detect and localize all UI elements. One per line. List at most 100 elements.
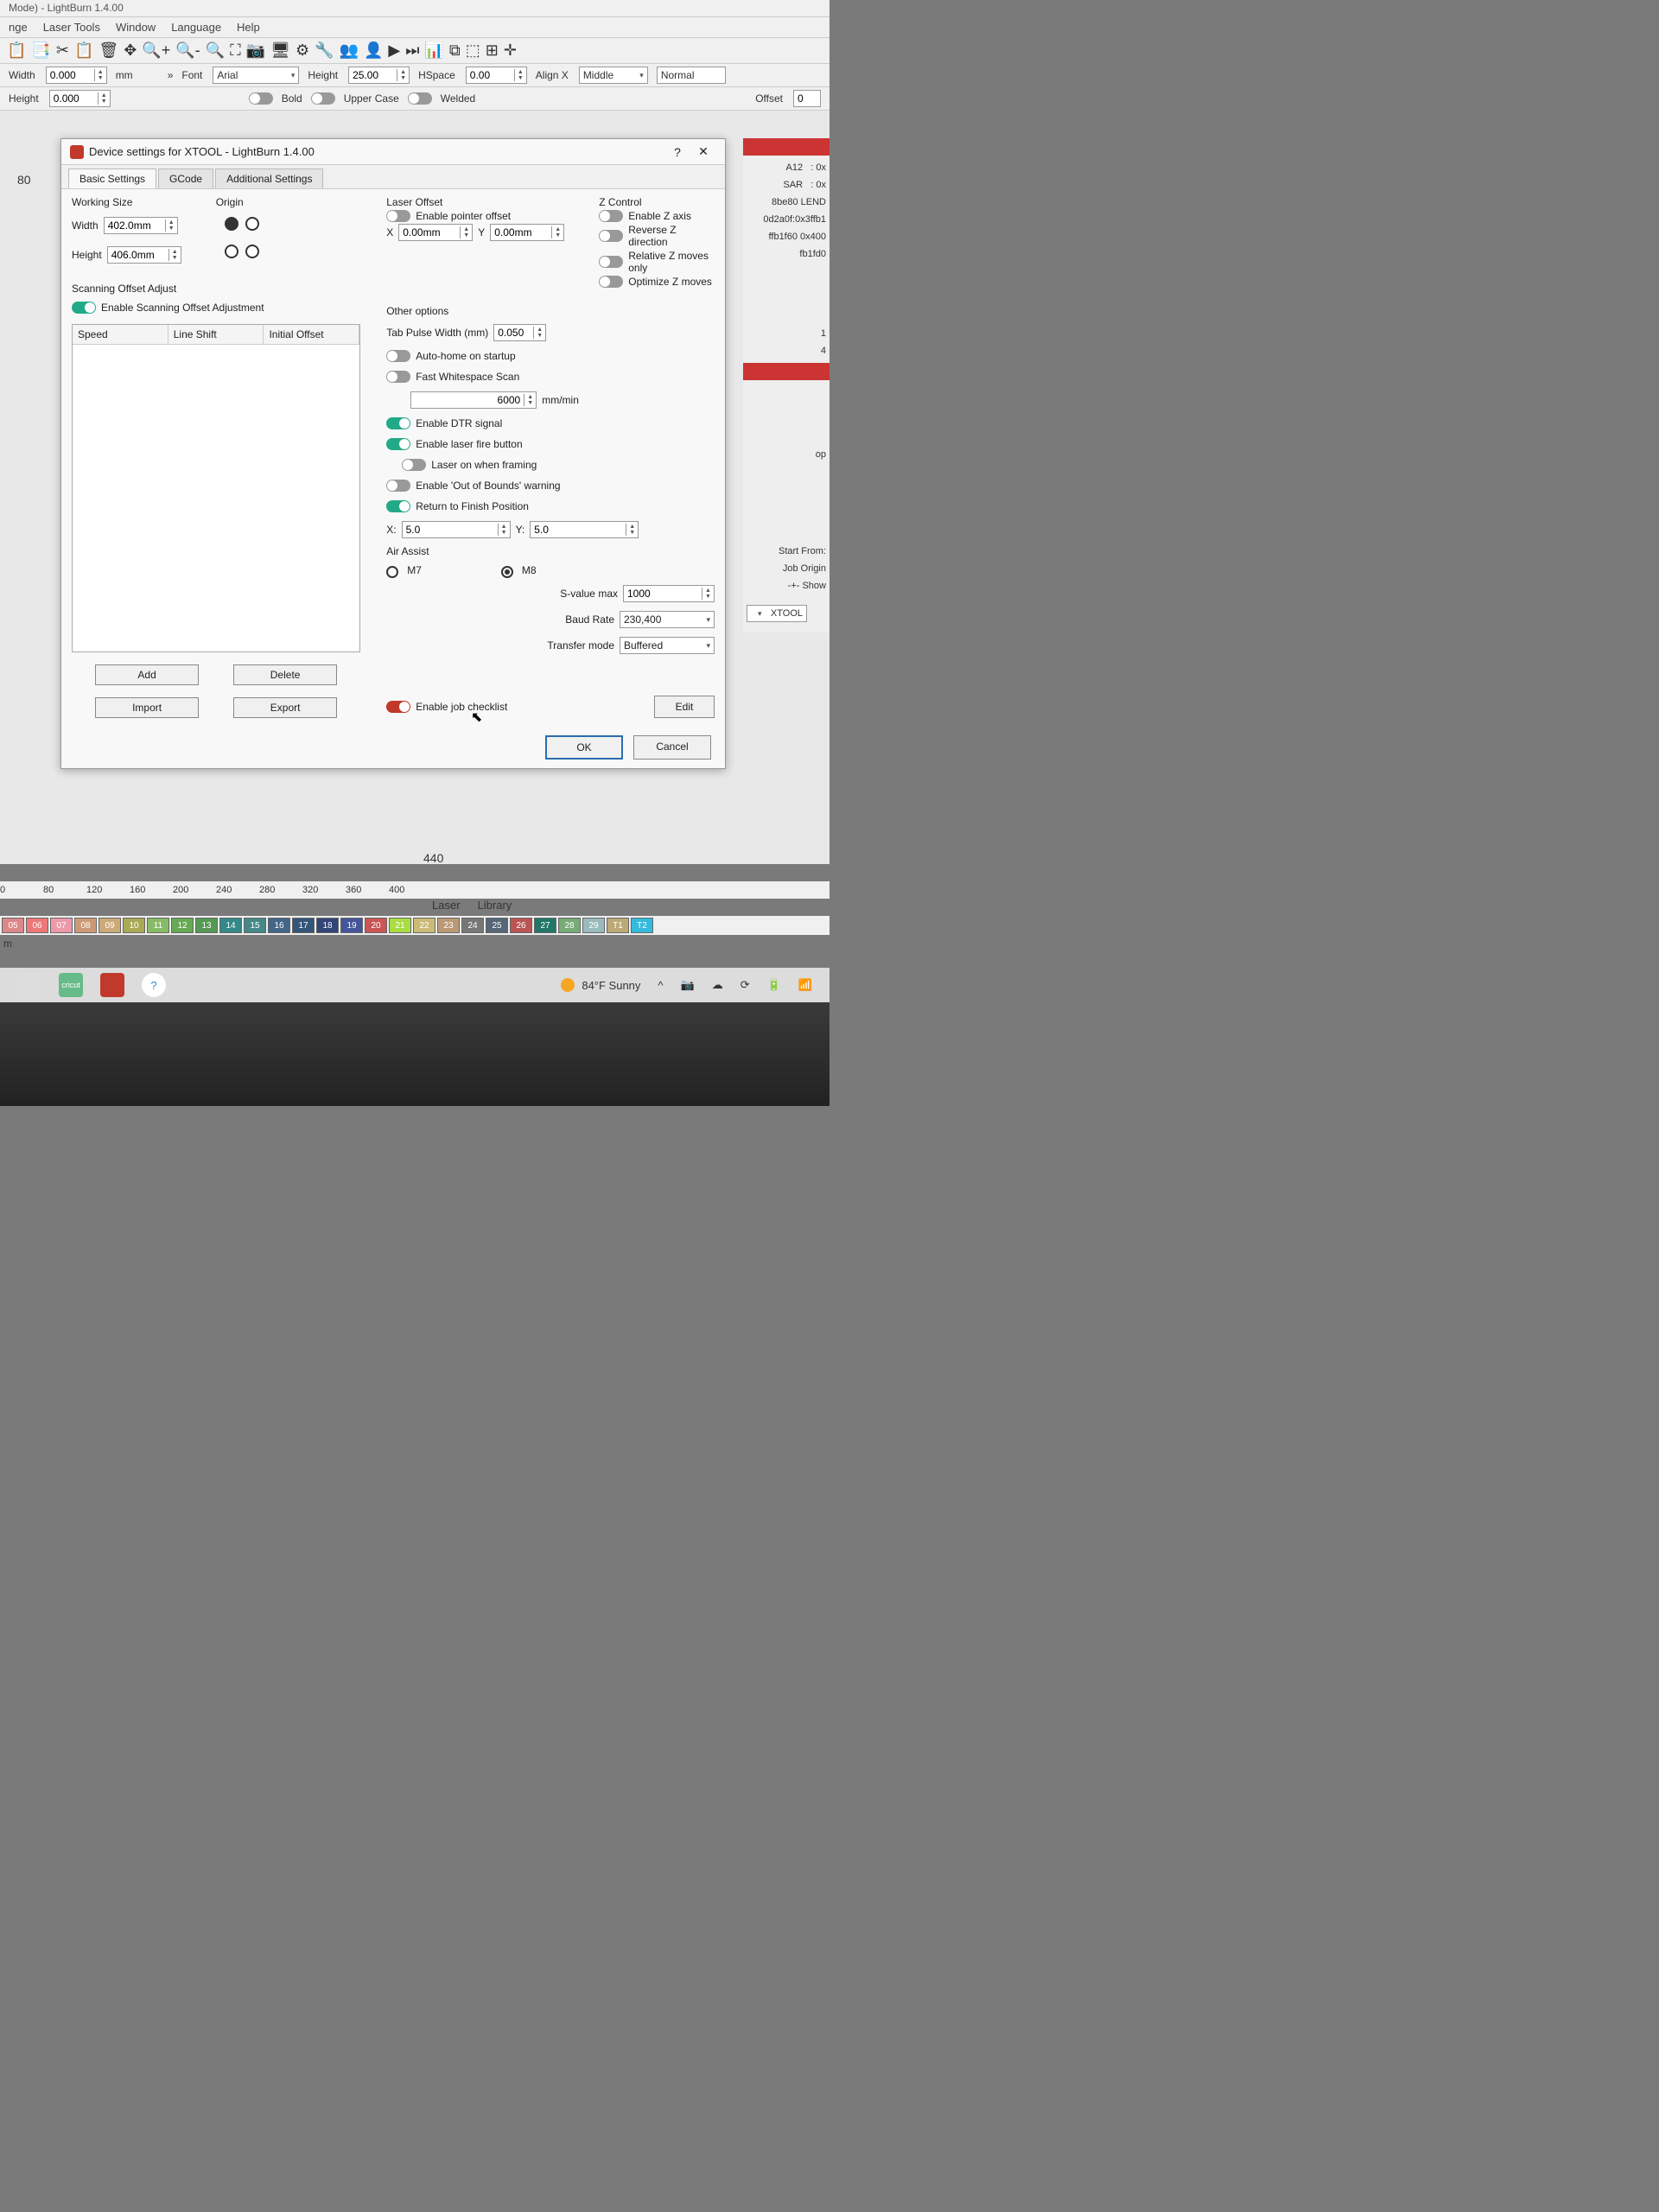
taskbar-lightburn-icon[interactable] [100, 973, 124, 997]
air-assist-m8-radio[interactable] [501, 566, 513, 578]
color-swatch[interactable]: 25 [486, 918, 508, 933]
toolbar-icon[interactable]: ⛶ [230, 41, 241, 60]
style-dropdown[interactable]: Normal [657, 67, 726, 84]
optimize-z-toggle[interactable] [599, 276, 623, 288]
edit-checklist-button[interactable]: Edit [654, 696, 715, 718]
color-swatch[interactable]: 09 [99, 918, 121, 933]
export-button[interactable]: Export [233, 697, 337, 718]
toolbar-icon[interactable]: ⚙ [296, 41, 309, 60]
offset-y-spinbox[interactable]: ▲▼ [490, 224, 564, 241]
font-dropdown[interactable]: Arial▾ [213, 67, 299, 84]
fast-ws-spinbox[interactable]: ▲▼ [410, 391, 537, 409]
add-button[interactable]: Add [95, 664, 199, 685]
menu-item[interactable]: Help [237, 21, 260, 34]
alignx-dropdown[interactable]: Middle▾ [579, 67, 648, 84]
offset-spinbox[interactable] [793, 90, 821, 107]
toolbar-icon[interactable]: 📋 [74, 41, 93, 60]
toolbar-icon[interactable]: ✛ [504, 41, 517, 60]
color-swatch[interactable]: 15 [244, 918, 266, 933]
color-swatch[interactable]: 11 [147, 918, 169, 933]
toolbar-icon[interactable]: 📊 [424, 41, 443, 60]
color-swatch[interactable]: 06 [26, 918, 48, 933]
ok-button[interactable]: OK [545, 735, 623, 760]
color-swatch[interactable]: 08 [74, 918, 97, 933]
taskbar-app-icon[interactable] [17, 973, 41, 997]
dialog-close-button[interactable]: ✕ [690, 144, 716, 159]
tab-laser[interactable]: Laser [432, 899, 461, 912]
taskbar-help-icon[interactable]: ? [142, 973, 166, 997]
origin-top-right[interactable] [245, 217, 259, 231]
taskbar-weather[interactable]: 84°F Sunny [561, 978, 640, 992]
return-finish-toggle[interactable] [386, 500, 410, 512]
toolbar-icon[interactable]: ✂ [56, 41, 69, 60]
toolbar-icon[interactable]: 🔍 [206, 41, 225, 60]
toolbar-icon[interactable]: 🔍+ [142, 41, 170, 60]
color-swatch[interactable]: 20 [365, 918, 387, 933]
ws-width-spinbox[interactable]: ▲▼ [104, 217, 178, 234]
height-spinbox[interactable]: ▲▼ [49, 90, 111, 107]
finish-y-input[interactable] [531, 523, 626, 537]
offset-y-input[interactable] [491, 226, 551, 239]
color-swatch[interactable]: 18 [316, 918, 339, 933]
height-input[interactable] [50, 92, 98, 105]
color-swatch[interactable]: 22 [413, 918, 435, 933]
toolbar-icon[interactable]: ⏭ [405, 41, 419, 60]
toolbar-icon[interactable]: 📋 [7, 41, 26, 60]
color-swatch[interactable]: 13 [195, 918, 218, 933]
tray-battery-icon[interactable]: 🔋 [767, 978, 781, 992]
menu-item[interactable]: nge [9, 21, 28, 34]
origin-top-left[interactable] [225, 217, 238, 231]
color-swatch[interactable]: 24 [461, 918, 484, 933]
toolbar-icon[interactable]: 👤 [364, 41, 383, 60]
welded-toggle[interactable] [408, 92, 432, 105]
transfer-dropdown[interactable]: Buffered▾ [620, 637, 715, 654]
toolbar-icon[interactable]: ✥ [124, 41, 137, 60]
fast-ws-input[interactable] [411, 393, 524, 407]
taskbar-cricut-icon[interactable]: cricut [59, 973, 83, 997]
menu-item[interactable]: Laser Tools [43, 21, 100, 34]
width-spinbox[interactable]: ▲▼ [46, 67, 107, 84]
toolbar-icon[interactable]: 🖥 [270, 41, 290, 60]
svalue-input[interactable] [624, 587, 702, 601]
toolbar-icon[interactable]: 🔧 [315, 41, 334, 60]
tab-additional-settings[interactable]: Additional Settings [215, 168, 323, 188]
toolbar-icon[interactable]: ▶ [388, 41, 400, 60]
offset-input[interactable] [794, 92, 820, 105]
offset-x-spinbox[interactable]: ▲▼ [398, 224, 473, 241]
color-swatch[interactable]: 23 [437, 918, 460, 933]
dialog-help-button[interactable]: ? [664, 145, 690, 159]
menu-item[interactable]: Language [171, 21, 221, 34]
toolbar-icon[interactable]: 📷 [246, 41, 265, 60]
width-input[interactable] [47, 68, 94, 82]
origin-bottom-left[interactable] [225, 245, 238, 258]
relative-z-toggle[interactable] [599, 256, 623, 268]
enable-checklist-toggle[interactable] [386, 701, 410, 713]
enable-scanning-toggle[interactable] [72, 302, 96, 314]
tray-cloud-icon[interactable]: ☁ [712, 978, 723, 992]
color-swatch[interactable]: 21 [389, 918, 411, 933]
offset-x-input[interactable] [399, 226, 460, 239]
char-height-spinbox[interactable]: ▲▼ [348, 67, 410, 84]
color-swatch[interactable]: 26 [510, 918, 532, 933]
color-swatch[interactable]: 05 [2, 918, 24, 933]
char-height-input[interactable] [349, 68, 397, 82]
color-swatch[interactable]: 12 [171, 918, 194, 933]
color-swatch[interactable]: 14 [219, 918, 242, 933]
color-swatch[interactable]: 10 [123, 918, 145, 933]
tab-pulse-spinbox[interactable]: ▲▼ [493, 324, 546, 341]
finish-x-input[interactable] [403, 523, 498, 537]
tray-chevron-icon[interactable]: ^ [658, 979, 663, 992]
toolbar-icon[interactable]: 🗑 [99, 41, 118, 60]
enable-z-toggle[interactable] [599, 210, 623, 222]
color-swatch[interactable]: 17 [292, 918, 315, 933]
tray-wifi-icon[interactable]: 📶 [798, 978, 812, 992]
laser-on-framing-toggle[interactable] [402, 459, 426, 471]
origin-bottom-right[interactable] [245, 245, 259, 258]
oob-warning-toggle[interactable] [386, 480, 410, 492]
color-swatch[interactable]: 29 [582, 918, 605, 933]
tab-pulse-input[interactable] [494, 326, 533, 340]
auto-home-toggle[interactable] [386, 350, 410, 362]
ws-width-input[interactable] [105, 219, 165, 232]
import-button[interactable]: Import [95, 697, 199, 718]
enable-pointer-offset-toggle[interactable] [386, 210, 410, 222]
